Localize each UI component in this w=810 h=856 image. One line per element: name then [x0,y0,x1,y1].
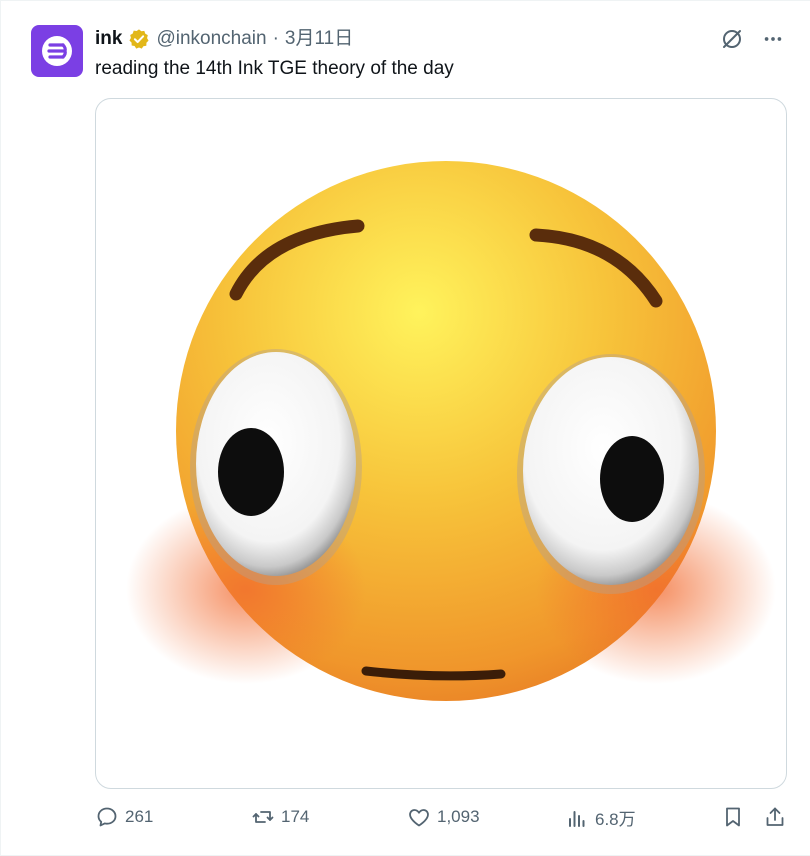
like-count: 1,093 [437,807,480,826]
views-count: 6.8万 [595,810,636,829]
top-actions [720,27,784,51]
tweet-text: reading the 14th Ink TGE theory of the d… [95,58,454,79]
grok-icon[interactable] [720,27,744,51]
repost-icon [252,811,274,823]
more-icon[interactable] [762,28,784,50]
tweet-image[interactable] [95,98,787,789]
views-icon [569,810,585,827]
share-icon [766,807,784,826]
like-button[interactable]: 1,093 [407,805,480,829]
reply-button[interactable]: 261 [95,805,153,829]
reply-icon [97,807,117,827]
repost-count: 174 [281,807,310,826]
tweet-date[interactable]: 3月11日 [285,27,353,51]
flushed-face-emoji [126,161,776,701]
bookmark-button[interactable] [721,805,745,829]
share-button[interactable] [763,805,787,829]
reply-count: 261 [125,807,154,826]
author-handle[interactable]: @inkonchain [156,27,266,51]
tweet-header: ink @inkonchain · 3月11日 [95,27,353,51]
heart-icon [409,809,429,827]
bookmark-icon [726,807,740,827]
avatar[interactable] [31,25,83,77]
repost-button[interactable]: 174 [251,805,309,829]
author-name[interactable]: ink [95,27,122,51]
verified-badge-icon [128,28,150,50]
action-bar: 261 174 1,093 6.8万 [95,805,791,833]
tweet-card[interactable]: ink @inkonchain · 3月11日 reading the 14th… [0,0,810,856]
views-button[interactable]: 6.8万 [565,805,636,830]
separator-dot: · [272,28,279,49]
ink-logo-icon [42,36,72,66]
